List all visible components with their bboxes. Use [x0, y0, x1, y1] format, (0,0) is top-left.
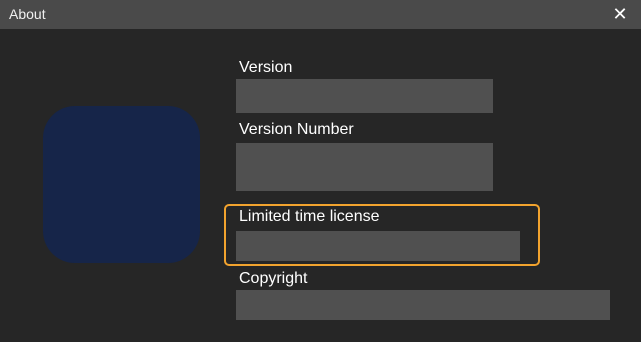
- dialog-title: About: [9, 6, 46, 22]
- version-field[interactable]: [236, 79, 493, 113]
- version-number-label: Version Number: [239, 121, 354, 138]
- version-number-field[interactable]: [236, 143, 493, 191]
- title-bar: About ✕: [0, 0, 641, 29]
- limited-license-label: Limited time license: [239, 208, 380, 225]
- copyright-field[interactable]: [236, 290, 610, 320]
- app-logo-icon: [43, 106, 200, 263]
- copyright-label: Copyright: [239, 270, 308, 287]
- version-label: Version: [239, 59, 293, 76]
- close-icon[interactable]: ✕: [609, 3, 631, 25]
- about-dialog: About ✕ Version Version Number Limited t…: [0, 0, 641, 342]
- limited-license-field[interactable]: [236, 231, 520, 261]
